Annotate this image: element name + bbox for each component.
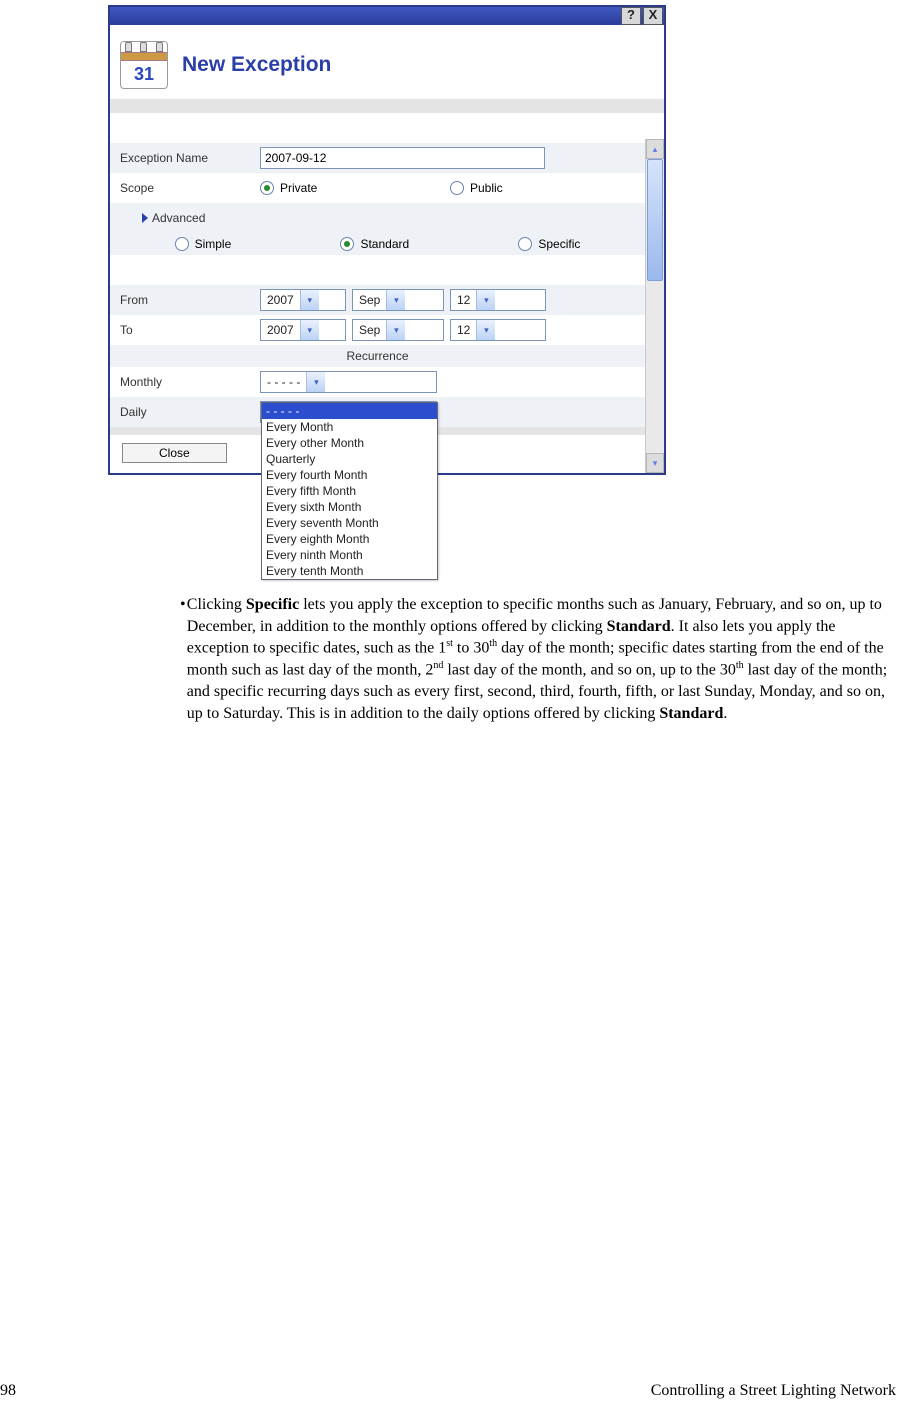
- title-bar: ? X: [110, 7, 664, 25]
- from-day-select[interactable]: 12▾: [450, 289, 546, 311]
- text: Clicking: [187, 596, 246, 613]
- to-day-select[interactable]: 12▾: [450, 319, 546, 341]
- dropdown-item[interactable]: Quarterly: [262, 451, 437, 467]
- radio-icon: [450, 181, 464, 195]
- dropdown-item[interactable]: Every eighth Month: [262, 531, 437, 547]
- dropdown-item[interactable]: Every tenth Month: [262, 563, 437, 579]
- calendar-icon: 31: [120, 41, 168, 89]
- dialog-title: New Exception: [182, 53, 331, 77]
- scrollbar[interactable]: ▴ ▾: [645, 139, 664, 473]
- to-label: To: [120, 323, 260, 337]
- text-sup: th: [489, 638, 497, 649]
- exception-name-label: Exception Name: [120, 151, 260, 165]
- text-sup: nd: [433, 660, 443, 671]
- monthly-dropdown-list[interactable]: - - - - - Every Month Every other Month …: [261, 402, 438, 580]
- radio-public[interactable]: Public: [450, 181, 503, 195]
- daily-label: Daily: [120, 405, 260, 419]
- divider: [110, 99, 664, 113]
- dialog-header: 31 New Exception: [110, 25, 664, 99]
- to-year-select[interactable]: 2007▾: [260, 319, 346, 341]
- calendar-icon-number: 31: [121, 61, 167, 88]
- row-exception-name: Exception Name: [110, 143, 645, 173]
- scroll-track[interactable]: [646, 159, 664, 453]
- radio-standard-label: Standard: [360, 237, 409, 251]
- dropdown-item[interactable]: Every Month: [262, 419, 437, 435]
- help-icon[interactable]: ?: [621, 7, 641, 25]
- row-level: Simple Standard Specific: [110, 233, 645, 255]
- dropdown-item[interactable]: Every fifth Month: [262, 483, 437, 499]
- monthly-label: Monthly: [120, 375, 260, 389]
- chevron-down-icon: ▾: [476, 320, 495, 340]
- dropdown-item[interactable]: Every seventh Month: [262, 515, 437, 531]
- row-from: From 2007▾ Sep▾ 12▾: [110, 285, 645, 315]
- bullet-icon: •: [180, 594, 187, 724]
- radio-private-label: Private: [280, 181, 317, 195]
- scroll-up-icon[interactable]: ▴: [646, 139, 664, 159]
- dropdown-item[interactable]: Every other Month: [262, 435, 437, 451]
- exception-name-input[interactable]: [260, 147, 545, 169]
- recurrence-header: Recurrence: [110, 345, 645, 367]
- monthly-select[interactable]: - - - - -▾: [260, 371, 437, 393]
- dropdown-item[interactable]: Every fourth Month: [262, 467, 437, 483]
- dropdown-item[interactable]: Every ninth Month: [262, 547, 437, 563]
- radio-simple-label: Simple: [195, 237, 232, 251]
- scroll-thumb[interactable]: [647, 159, 663, 281]
- from-label: From: [120, 293, 260, 307]
- chevron-down-icon: ▾: [306, 372, 325, 392]
- document-paragraph: • Clicking Specific lets you apply the e…: [180, 594, 898, 724]
- text: .: [723, 705, 727, 722]
- radio-public-label: Public: [470, 181, 503, 195]
- radio-standard[interactable]: Standard: [340, 237, 409, 251]
- radio-icon: [175, 237, 189, 251]
- to-month-select[interactable]: Sep▾: [352, 319, 444, 341]
- chevron-down-icon: ▾: [300, 320, 319, 340]
- chevron-down-icon: ▾: [476, 290, 495, 310]
- text-bold: Specific: [246, 596, 299, 613]
- radio-specific[interactable]: Specific: [518, 237, 580, 251]
- text: last day of the month, and so on, up to …: [443, 661, 735, 678]
- chevron-down-icon: ▾: [386, 320, 405, 340]
- text-sup: th: [736, 660, 744, 671]
- scope-label: Scope: [120, 181, 260, 195]
- close-button[interactable]: Close: [122, 443, 227, 463]
- scroll-down-icon[interactable]: ▾: [646, 453, 664, 473]
- page-number: 98: [0, 1382, 16, 1400]
- text-bold: Standard: [659, 705, 723, 722]
- expand-icon: [142, 213, 148, 223]
- from-month-select[interactable]: Sep▾: [352, 289, 444, 311]
- advanced-label: Advanced: [152, 211, 205, 225]
- row-monthly: Monthly - - - - -▾: [110, 367, 645, 397]
- from-year-select[interactable]: 2007▾: [260, 289, 346, 311]
- radio-simple[interactable]: Simple: [175, 237, 232, 251]
- dropdown-item[interactable]: Every sixth Month: [262, 499, 437, 515]
- text-bold: Standard: [607, 618, 671, 635]
- row-scope: Scope Private Public: [110, 173, 645, 203]
- dropdown-item-selected[interactable]: - - - - -: [262, 403, 437, 419]
- radio-icon: [340, 237, 354, 251]
- footer-title: Controlling a Street Lighting Network: [651, 1382, 896, 1400]
- text: to 30: [453, 640, 489, 657]
- radio-icon: [518, 237, 532, 251]
- radio-icon: [260, 181, 274, 195]
- chevron-down-icon: ▾: [386, 290, 405, 310]
- text-sup: st: [446, 638, 453, 649]
- radio-private[interactable]: Private: [260, 181, 450, 195]
- page-footer: 98 Controlling a Street Lighting Network: [0, 1382, 898, 1400]
- chevron-down-icon: ▾: [300, 290, 319, 310]
- radio-specific-label: Specific: [538, 237, 580, 251]
- row-advanced[interactable]: Advanced: [110, 203, 645, 233]
- row-to: To 2007▾ Sep▾ 12▾: [110, 315, 645, 345]
- close-icon[interactable]: X: [643, 7, 663, 25]
